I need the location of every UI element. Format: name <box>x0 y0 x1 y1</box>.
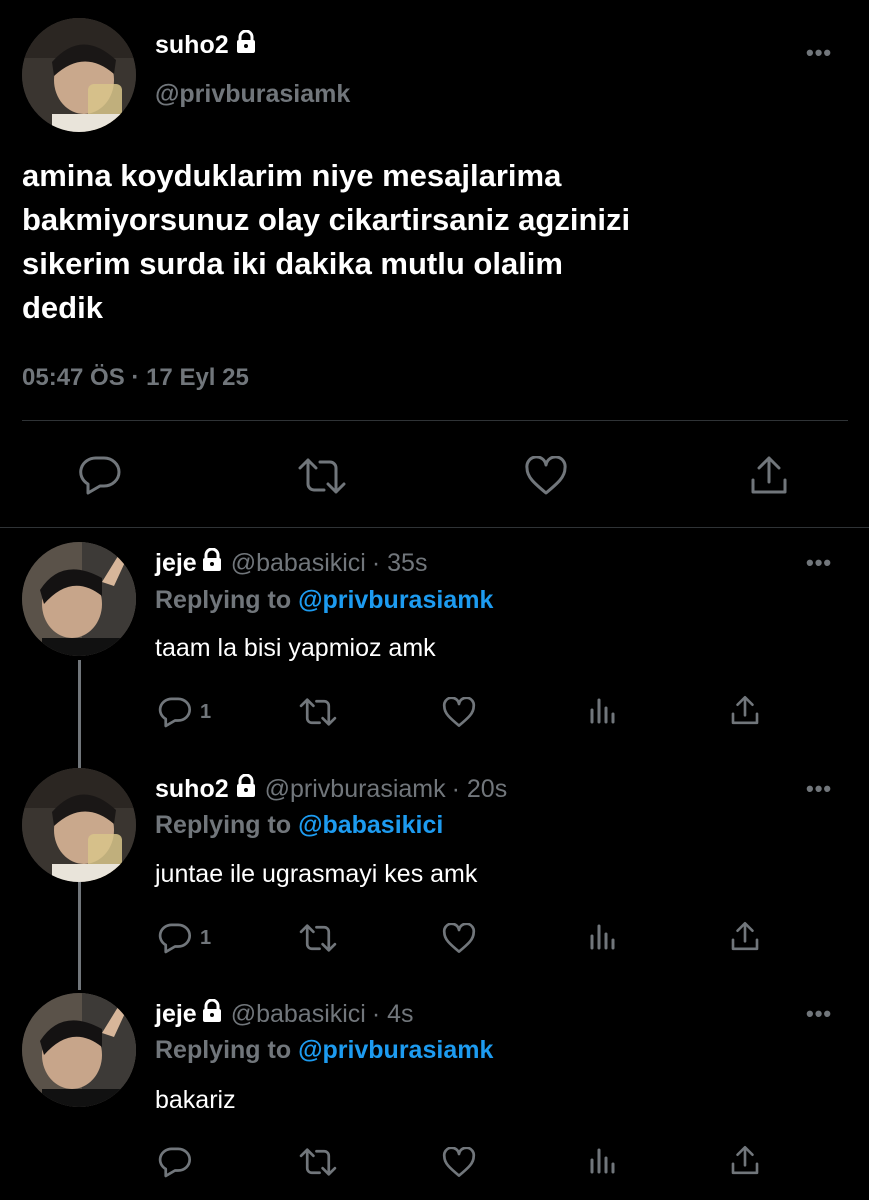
reply-handle[interactable]: @privburasiamk <box>265 775 446 804</box>
reply-avatar[interactable] <box>22 768 136 882</box>
reply-avatar[interactable] <box>22 993 136 1107</box>
more-options-icon[interactable]: ••• <box>806 550 832 576</box>
reply-count: 1 <box>200 926 212 949</box>
reply-display-name[interactable]: jeje <box>155 549 197 578</box>
more-options-icon[interactable]: ••• <box>806 776 832 802</box>
like-icon[interactable] <box>524 456 568 496</box>
reply-icon[interactable] <box>158 1146 200 1178</box>
like-icon[interactable] <box>442 923 476 954</box>
share-icon[interactable] <box>730 920 760 952</box>
author-display-name[interactable]: suho2 <box>155 29 257 61</box>
reply-age: · 35s <box>371 549 428 577</box>
retweet-icon[interactable] <box>298 698 338 726</box>
reply-header: suho2 @privburasiamk · 20s <box>155 773 508 805</box>
lock-icon <box>235 773 257 805</box>
reply-handle[interactable]: @babasikici <box>231 1000 366 1029</box>
replying-to: Replying to @privburasiamk <box>155 586 493 615</box>
replying-to-prefix: Replying to <box>155 1036 292 1064</box>
more-options-icon[interactable]: ••• <box>806 1001 832 1027</box>
tweet-time: 05:47 ÖS <box>22 364 125 391</box>
like-icon[interactable] <box>442 697 476 728</box>
retweet-icon[interactable] <box>298 924 338 952</box>
analytics-icon[interactable] <box>588 922 618 952</box>
lock-icon <box>201 998 223 1030</box>
reply-icon[interactable] <box>78 455 122 495</box>
replying-to: Replying to @babasikici <box>155 811 443 840</box>
replying-to-prefix: Replying to <box>155 586 292 614</box>
lock-icon <box>235 29 257 61</box>
reply-avatar[interactable] <box>22 542 136 656</box>
reply-text: juntae ile ugrasmayi kes amk <box>155 860 478 888</box>
replying-to-link[interactable]: @privburasiamk <box>298 586 493 614</box>
more-options-icon[interactable]: ••• <box>806 40 832 66</box>
analytics-icon[interactable] <box>588 1146 618 1176</box>
tweet-date: 17 Eyl 25 <box>146 364 249 391</box>
retweet-icon[interactable] <box>298 1148 338 1176</box>
divider <box>0 527 869 528</box>
reply-age: · 20s <box>451 775 508 803</box>
author-avatar[interactable] <box>22 18 136 132</box>
analytics-icon[interactable] <box>588 696 618 726</box>
divider <box>22 420 848 421</box>
timestamp-separator: · <box>131 364 140 391</box>
share-icon[interactable] <box>730 694 760 726</box>
replying-to-link[interactable]: @privburasiamk <box>298 1036 493 1064</box>
reply-header: jeje @babasikici · 4s <box>155 998 414 1030</box>
reply-handle[interactable]: @babasikici <box>231 549 366 578</box>
replying-to-prefix: Replying to <box>155 811 292 839</box>
reply-display-name[interactable]: jeje <box>155 1000 197 1029</box>
reply-display-name[interactable]: suho2 <box>155 775 229 804</box>
author-handle[interactable]: @privburasiamk <box>155 80 350 109</box>
replying-to-link[interactable]: @babasikici <box>298 811 443 839</box>
reply-icon[interactable]: 1 <box>158 922 211 954</box>
reply-count: 1 <box>200 700 212 723</box>
reply-header: jeje @babasikici · 35s <box>155 547 428 579</box>
tweet-timestamp[interactable]: 05:47 ÖS · 17 Eyl 25 <box>22 364 249 392</box>
reply-text: bakariz <box>155 1086 236 1114</box>
lock-icon <box>201 547 223 579</box>
share-icon[interactable] <box>730 1144 760 1176</box>
reply-text: taam la bisi yapmioz amk <box>155 634 436 662</box>
reply-icon[interactable]: 1 <box>158 696 211 728</box>
share-icon[interactable] <box>749 454 789 496</box>
reply-age: · 4s <box>371 1000 414 1028</box>
tweet-text: amina koyduklarim niye mesajlarima bakmi… <box>22 158 631 325</box>
like-icon[interactable] <box>442 1147 476 1178</box>
replying-to: Replying to @privburasiamk <box>155 1036 493 1065</box>
retweet-icon[interactable] <box>296 458 348 494</box>
